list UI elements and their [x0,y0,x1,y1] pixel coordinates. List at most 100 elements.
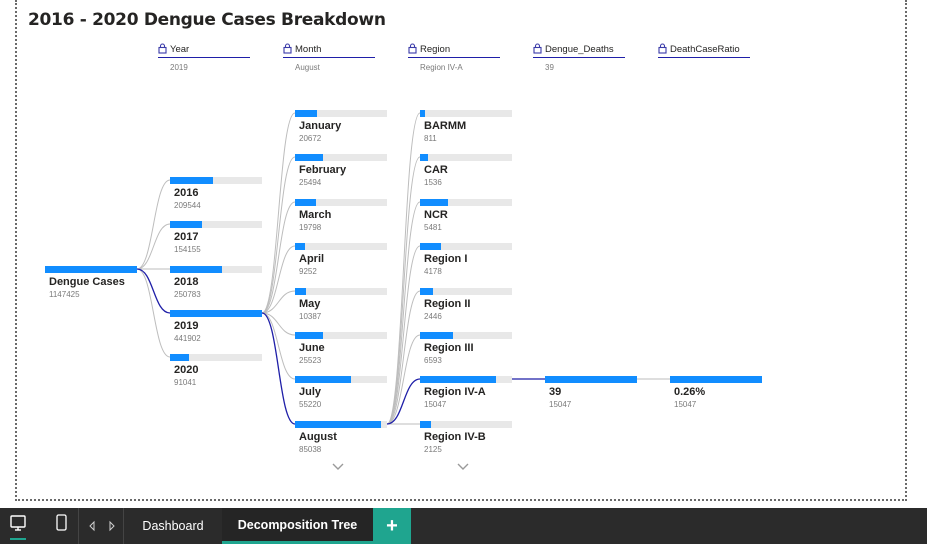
next-page-icon [109,520,115,532]
prev-page-button[interactable] [84,508,100,544]
desktop-view-button[interactable] [4,508,32,544]
tab-bar-divider [78,508,79,544]
node-label: Region IV-A [424,386,486,398]
chevron-down-icon[interactable] [456,462,470,472]
tree-node-region[interactable]: NCR 5481 [420,199,512,239]
node-bar-fill [45,266,137,273]
node-bar-track [295,243,387,250]
level-header-dengue-deaths[interactable]: Dengue_Deaths 39 [533,42,625,72]
node-bar-fill [420,376,497,383]
level-header-year[interactable]: Year 2019 [158,42,250,72]
node-bar-fill [420,288,433,295]
node-label: 2017 [174,231,199,243]
node-value: 15047 [549,400,572,409]
node-value: 15047 [424,400,447,409]
lock-icon [283,43,292,54]
node-label: April [299,253,325,265]
level-header-value: 39 [545,63,554,72]
level-header-death-case-ratio[interactable]: DeathCaseRatio [658,42,750,72]
tree-node-month[interactable]: June 25523 [295,332,387,372]
tree-node-month[interactable]: March 19798 [295,199,387,239]
tree-node-year[interactable]: 2020 91041 [170,354,262,394]
node-bar-fill [295,110,318,117]
tree-node-year[interactable]: 2017 154155 [170,221,262,261]
node-bar-fill [420,154,429,161]
chevron-down-icon[interactable] [331,462,345,472]
node-label: 2016 [174,187,199,199]
tree-node-month[interactable]: April 9252 [295,243,387,283]
connector-month-region [386,201,421,425]
node-value: 55220 [299,400,322,409]
node-bar-fill [295,376,352,383]
lock-icon [408,43,417,54]
connector-root-year [136,268,171,358]
add-page-button[interactable]: + [373,508,411,544]
node-bar-fill [420,421,432,428]
node-label: 2018 [174,276,199,288]
tree-node-region[interactable]: Region IV-B 2125 [420,421,512,461]
node-bar-fill [170,310,262,317]
tree-node-month[interactable]: February 25494 [295,154,387,194]
node-bar-fill [670,376,762,383]
level-header-underline [283,57,375,58]
node-label: BARMM [424,120,467,132]
tree-node-region[interactable]: CAR 1536 [420,154,512,194]
node-label: June [299,342,325,354]
node-bar-fill [295,288,307,295]
node-label: 2019 [174,320,199,332]
connector-year-month [261,156,296,314]
page-tab-bar: Dashboard Decomposition Tree + [0,508,927,544]
tab-dashboard[interactable]: Dashboard [124,508,222,544]
node-value: 1147425 [49,290,80,299]
level-header-month[interactable]: Month August [283,42,375,72]
connector-year-month-active [261,312,296,425]
tree-node-region[interactable]: Region II 2446 [420,288,512,328]
node-bar-track [295,288,387,295]
level-header-region[interactable]: Region Region IV-A [408,42,500,72]
node-bar-fill [420,110,425,117]
node-bar-fill [170,221,203,228]
tree-node-region[interactable]: Region III 6593 [420,332,512,372]
node-value: 10387 [299,312,322,321]
node-bar-track [420,154,512,161]
node-bar-fill [295,332,323,339]
node-value: 1536 [424,178,442,187]
tree-node-root[interactable]: Dengue Cases 1147425 [45,266,137,306]
node-bar-fill [170,177,214,184]
node-value: 6593 [424,356,442,365]
tree-node-year[interactable]: 2018 250783 [170,266,262,306]
tree-node-region[interactable]: Region I 4178 [420,243,512,283]
node-value: 25523 [299,356,322,365]
node-label: Dengue Cases [49,276,125,288]
tree-node-month[interactable]: January 20672 [295,110,387,150]
tree-node-month-selected[interactable]: August 85038 [295,421,387,461]
tree-node-month[interactable]: July 55220 [295,376,387,416]
level-header-label: DeathCaseRatio [670,44,740,55]
next-page-button[interactable] [104,508,120,544]
level-header-underline [158,57,250,58]
tree-node-year[interactable]: 2016 209544 [170,177,262,217]
node-value: 85038 [299,445,322,454]
level-header-underline [533,57,625,58]
tree-node-region-selected[interactable]: Region IV-A 15047 [420,376,512,416]
connector-root-year [136,223,171,270]
node-label: May [299,298,321,310]
mobile-view-icon [56,514,67,531]
mobile-view-button[interactable] [50,508,74,544]
tree-node-month[interactable]: May 10387 [295,288,387,328]
node-bar-track [420,421,512,428]
tree-node-year-selected[interactable]: 2019 441902 [170,310,262,350]
node-value: 811 [424,134,437,143]
node-value: 91041 [174,378,197,387]
level-header-value: 2019 [170,63,188,72]
level-header-underline [658,57,750,58]
tree-node-region[interactable]: BARMM 811 [420,110,512,150]
tree-node-dengue-deaths[interactable]: 39 15047 [545,376,637,416]
tree-node-death-case-ratio[interactable]: 0.26% 15047 [670,376,762,416]
level-header-label: Dengue_Deaths [545,44,614,55]
connector-root-year [136,179,171,270]
node-value: 9252 [299,267,317,276]
node-label: Region II [424,298,471,310]
tab-decomposition-tree[interactable]: Decomposition Tree [222,508,373,544]
node-label: 39 [549,386,562,398]
